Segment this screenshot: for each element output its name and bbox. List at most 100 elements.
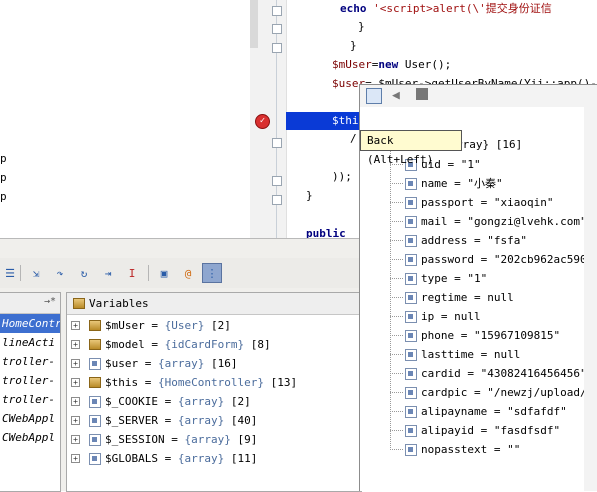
back-icon[interactable]: ◀ — [392, 88, 400, 103]
toolbar-separator — [20, 265, 21, 281]
show-breakpoints-icon[interactable]: I — [122, 263, 142, 283]
variable-count: [11] — [230, 452, 258, 465]
tree-guide — [390, 278, 403, 279]
array-icon — [89, 453, 101, 465]
outline-letter: p — [0, 152, 7, 165]
call-stack-panel: →* HomeControlineActitroller-troller-tro… — [0, 292, 61, 492]
run-to-cursor-icon[interactable]: ⇥ — [98, 263, 118, 283]
tree-guide — [390, 221, 403, 222]
field-value: alipayname = "sdfafdf" — [421, 405, 567, 418]
field-icon — [405, 292, 417, 304]
object-icon — [89, 377, 101, 388]
tree-guide — [390, 202, 403, 203]
popup-root-summary: rray} [16] — [456, 138, 523, 151]
code-token: )); — [332, 170, 352, 183]
tree-guide — [390, 240, 403, 241]
field-icon — [405, 368, 417, 380]
fold-marker[interactable] — [272, 43, 282, 53]
list-icon[interactable]: ☰ — [0, 263, 20, 283]
fold-marker[interactable] — [272, 6, 282, 16]
tree-guide — [390, 297, 403, 298]
field-icon — [405, 425, 417, 437]
field-value: name = "小秦" — [421, 177, 503, 190]
field-value: mail = "gongzi@lvehk.com" — [421, 215, 587, 228]
field-icon — [405, 254, 417, 266]
stack-frame[interactable]: lineActi — [0, 333, 60, 352]
field-icon — [405, 387, 417, 399]
expand-icon[interactable]: + — [71, 321, 80, 330]
breakpoint-icon[interactable]: ✓ — [255, 114, 270, 129]
variable-type: {array} — [158, 357, 205, 370]
pin-arrow-icon[interactable]: →* — [44, 296, 56, 307]
code-line-close[interactable]: )); — [332, 168, 352, 186]
expand-icon[interactable]: + — [71, 416, 80, 425]
step-into-icon[interactable]: ⇲ — [26, 263, 46, 283]
variables-title: Variables — [89, 297, 149, 310]
code-line-brace1[interactable]: } — [358, 18, 365, 36]
field-value: alipayid = "fasdfsdf" — [421, 424, 561, 437]
outline-letter: p — [0, 190, 7, 203]
editor-scrollbar[interactable] — [250, 0, 258, 48]
code-line-brace4[interactable]: } — [306, 187, 313, 205]
expand-icon[interactable]: + — [71, 359, 80, 368]
expand-icon[interactable]: + — [71, 378, 80, 387]
popup-toolbar: ◀ — [360, 85, 597, 107]
variable-type: {array} — [177, 414, 225, 427]
code-line-muser[interactable]: $mUser=new User(); — [332, 56, 451, 74]
field-value: passport = "xiaoqin" — [421, 196, 554, 209]
variable-label: $user = {array} [16] — [105, 357, 238, 370]
step-over-icon[interactable]: ↷ — [50, 263, 70, 283]
code-token: User(); — [404, 58, 452, 71]
variable-count: [2] — [211, 319, 231, 332]
variable-type: {array} — [184, 433, 231, 446]
expand-icon[interactable]: + — [71, 397, 80, 406]
fold-marker[interactable] — [272, 176, 282, 186]
field-icon — [405, 406, 417, 418]
variable-type: {array} — [177, 452, 225, 465]
expand-icon[interactable]: + — [71, 435, 80, 444]
field-value: cardpic = "/newzj/upload/13375 — [421, 386, 597, 399]
code-token: } — [358, 20, 365, 33]
variables-icon[interactable]: ⋮ — [202, 263, 222, 283]
variable-count: [40] — [230, 414, 258, 427]
code-token: $mUser — [332, 58, 372, 71]
stack-frame[interactable]: CWebAppl — [0, 409, 60, 428]
at-icon[interactable]: @ — [178, 263, 198, 283]
fold-marker[interactable] — [272, 138, 282, 148]
variable-label: $GLOBALS = {array} [11] — [105, 452, 258, 465]
code-line-brace3[interactable]: / — [350, 130, 357, 148]
tree-guide — [390, 354, 403, 355]
field-icon — [405, 178, 417, 190]
field-icon — [405, 349, 417, 361]
fold-marker[interactable] — [272, 24, 282, 34]
field-value: phone = "15967109815" — [421, 329, 561, 342]
field-value: password = "202cb962ac59075b96 — [421, 253, 597, 266]
tree-guide — [390, 259, 403, 260]
stack-frame[interactable]: troller- — [0, 352, 60, 371]
watch-icon[interactable]: ▣ — [154, 263, 174, 283]
stack-frame[interactable]: CWebAppl — [0, 428, 60, 447]
step-out-icon[interactable]: ↻ — [74, 263, 94, 283]
popup-scrollbar[interactable] — [584, 85, 597, 491]
variable-label: $_COOKIE = {array} [2] — [105, 395, 251, 408]
stack-frame[interactable]: troller- — [0, 371, 60, 390]
expand-icon[interactable]: + — [71, 340, 80, 349]
tree-guide — [390, 449, 403, 450]
code-line-brace2[interactable]: } — [350, 37, 357, 55]
code-line-echo[interactable]: echo '<script>alert(\'提交身份证信 — [340, 0, 552, 18]
variable-type: {idCardForm} — [164, 338, 245, 351]
fold-marker[interactable] — [272, 195, 282, 205]
expand-icon[interactable]: + — [71, 454, 80, 463]
variable-label: $mUser = {User} [2] — [105, 319, 231, 332]
variable-count: [9] — [237, 433, 258, 446]
array-icon — [89, 434, 101, 446]
field-value: nopasstext = "" — [421, 443, 521, 456]
field-value: regtime = null — [421, 291, 514, 304]
field-icon — [405, 444, 417, 456]
home-icon[interactable] — [416, 88, 428, 100]
variable-name: $user — [105, 357, 139, 370]
call-stack-list: HomeControlineActitroller-troller-trolle… — [0, 314, 60, 447]
stack-frame[interactable]: HomeContro — [0, 314, 60, 333]
stack-frame[interactable]: troller- — [0, 390, 60, 409]
inspect-icon[interactable] — [366, 88, 382, 104]
